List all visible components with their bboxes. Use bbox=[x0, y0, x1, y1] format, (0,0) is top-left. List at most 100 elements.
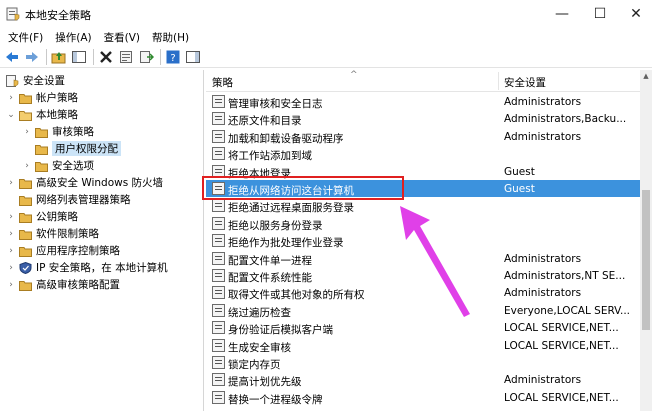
chevron-down-icon[interactable]: ⌄ bbox=[6, 110, 16, 120]
policy-setting: Administrators,NT SE... bbox=[504, 270, 626, 282]
policy-icon bbox=[212, 321, 225, 335]
tree-node-audit-policy[interactable]: › 审核策略 bbox=[22, 123, 94, 140]
policy-row[interactable]: 提高计划优先级 Administrators bbox=[206, 371, 640, 388]
chevron-right-icon[interactable]: › bbox=[22, 161, 32, 171]
navigation-tree: 安全设置 › 帐户策略 ⌄ 本地策略 › 审核策略 用户权限分配 › 安全选项 … bbox=[0, 70, 204, 411]
export-list-icon[interactable] bbox=[138, 49, 154, 65]
column-divider[interactable] bbox=[498, 72, 499, 90]
policy-icon bbox=[212, 269, 225, 282]
show-action-pane-icon[interactable] bbox=[185, 49, 201, 65]
tree-node-network-list-manager[interactable]: 网络列表管理器策略 bbox=[6, 191, 131, 208]
chevron-right-icon[interactable]: › bbox=[6, 229, 16, 239]
tree-node-security-settings[interactable]: 安全设置 bbox=[6, 72, 65, 89]
policy-name: 绕过遍历检查 bbox=[228, 306, 291, 319]
tree-label: 用户权限分配 bbox=[52, 141, 121, 156]
minimize-button[interactable]: — bbox=[542, 0, 582, 28]
policy-setting: Guest bbox=[504, 165, 535, 178]
tree-label: 公钥策略 bbox=[36, 211, 78, 223]
ip-security-shield-icon bbox=[19, 261, 32, 274]
show-hide-tree-icon[interactable] bbox=[71, 49, 87, 65]
folder-icon bbox=[35, 161, 48, 172]
scrollbar-thumb[interactable] bbox=[642, 190, 650, 330]
policy-name: 提高计划优先级 bbox=[228, 376, 302, 389]
policy-icon bbox=[212, 234, 225, 248]
tree-node-ip-security[interactable]: › IP 安全策略，在 本地计算机 bbox=[6, 259, 168, 276]
policy-row[interactable]: 管理审核和安全日志 Administrators bbox=[206, 93, 640, 110]
policy-name: 管理审核和安全日志 bbox=[228, 98, 323, 110]
policy-icon bbox=[212, 356, 225, 369]
maximize-button[interactable]: ☐ bbox=[580, 0, 620, 28]
highlight-box bbox=[202, 176, 404, 200]
properties-icon[interactable] bbox=[118, 49, 134, 65]
menu-action[interactable]: 操作(A) bbox=[55, 30, 91, 45]
folder-icon bbox=[19, 229, 32, 240]
column-header-policy[interactable]: 策略 bbox=[212, 75, 233, 90]
tree-node-account-policies[interactable]: › 帐户策略 bbox=[6, 89, 78, 106]
chevron-right-icon[interactable]: › bbox=[6, 280, 16, 290]
scroll-up-icon[interactable]: ▲ bbox=[640, 72, 652, 82]
help-icon[interactable]: ? bbox=[165, 49, 181, 65]
policy-setting: Administrators bbox=[504, 374, 582, 387]
policy-setting: Administrators bbox=[504, 287, 582, 300]
chevron-right-icon[interactable]: › bbox=[6, 178, 16, 188]
policy-setting: Everyone,LOCAL SERV... bbox=[504, 304, 631, 317]
tree-label: 高级审核策略配置 bbox=[36, 279, 120, 291]
policy-row[interactable]: 将工作站添加到域 bbox=[206, 145, 640, 162]
vertical-scrollbar[interactable]: ▲ bbox=[640, 70, 652, 411]
up-folder-icon[interactable] bbox=[51, 49, 67, 65]
security-settings-icon bbox=[6, 74, 19, 87]
chevron-right-icon[interactable]: › bbox=[6, 212, 16, 222]
policy-row[interactable]: 身份验证后模拟客户端 LOCAL SERVICE,NET... bbox=[206, 319, 640, 336]
column-header-security-setting[interactable]: 安全设置 bbox=[504, 75, 546, 90]
policy-row[interactable]: 生成安全审核 LOCAL SERVICE,NET... bbox=[206, 337, 640, 354]
policy-icon bbox=[212, 95, 225, 108]
title-bar: 本地安全策略 — ☐ ✕ bbox=[0, 0, 652, 28]
chevron-right-icon[interactable]: › bbox=[6, 246, 16, 256]
menu-file[interactable]: 文件(F) bbox=[8, 30, 43, 45]
policy-name: 将工作站添加到域 bbox=[228, 150, 312, 163]
folder-icon bbox=[19, 93, 32, 104]
policy-name: 锁定内存页 bbox=[228, 359, 281, 371]
menu-view[interactable]: 查看(V) bbox=[104, 30, 140, 45]
policy-icon bbox=[212, 251, 225, 265]
tree-node-user-rights-assignment[interactable]: 用户权限分配 bbox=[22, 140, 121, 157]
forward-icon[interactable] bbox=[24, 49, 40, 65]
policy-row[interactable]: 锁定内存页 bbox=[206, 354, 640, 371]
chevron-right-icon[interactable]: › bbox=[6, 93, 16, 103]
back-icon[interactable] bbox=[4, 49, 20, 65]
folder-icon bbox=[19, 195, 32, 206]
chevron-right-icon[interactable]: › bbox=[22, 127, 32, 137]
policy-name: 身份验证后模拟客户端 bbox=[228, 324, 333, 337]
tree-node-windows-firewall[interactable]: › 高级安全 Windows 防火墙 bbox=[6, 174, 163, 191]
policy-row[interactable]: 替换一个进程级令牌 LOCAL SERVICE,NET... bbox=[206, 389, 640, 406]
tree-node-public-key-policies[interactable]: › 公钥策略 bbox=[6, 208, 78, 225]
svg-text:?: ? bbox=[170, 53, 175, 64]
tree-node-advanced-audit[interactable]: › 高级审核策略配置 bbox=[6, 276, 120, 293]
tree-label: 安全选项 bbox=[52, 160, 94, 172]
menu-help[interactable]: 帮助(H) bbox=[152, 30, 189, 45]
policy-icon bbox=[212, 338, 225, 352]
tree-node-security-options[interactable]: › 安全选项 bbox=[22, 157, 94, 174]
tree-node-local-policies[interactable]: ⌄ 本地策略 bbox=[6, 106, 78, 123]
policy-icon bbox=[212, 147, 225, 161]
policy-setting: LOCAL SERVICE,NET... bbox=[504, 391, 619, 404]
pointer-arrow-icon bbox=[400, 206, 470, 317]
policy-setting: LOCAL SERVICE,NET... bbox=[504, 322, 619, 335]
policy-name: 配置文件系统性能 bbox=[228, 272, 312, 284]
tree-node-software-restriction[interactable]: › 软件限制策略 bbox=[6, 225, 99, 242]
policy-setting: LOCAL SERVICE,NET... bbox=[504, 339, 619, 352]
policy-setting: Guest bbox=[504, 183, 535, 195]
policy-row[interactable]: 还原文件和目录 Administrators,Backu... bbox=[206, 110, 640, 127]
tree-node-application-control[interactable]: › 应用程序控制策略 bbox=[6, 242, 120, 259]
folder-icon bbox=[19, 246, 32, 257]
tree-label: 审核策略 bbox=[52, 126, 94, 138]
delete-icon[interactable] bbox=[98, 49, 114, 65]
security-policy-app-icon bbox=[6, 7, 20, 21]
folder-icon bbox=[19, 280, 32, 291]
chevron-right-icon[interactable]: › bbox=[6, 263, 16, 273]
policy-icon bbox=[212, 129, 225, 143]
policy-name: 拒绝通过远程桌面服务登录 bbox=[228, 202, 354, 215]
close-button[interactable]: ✕ bbox=[616, 0, 652, 28]
policy-icon bbox=[212, 390, 225, 404]
policy-row[interactable]: 加载和卸载设备驱动程序 Administrators bbox=[206, 128, 640, 145]
